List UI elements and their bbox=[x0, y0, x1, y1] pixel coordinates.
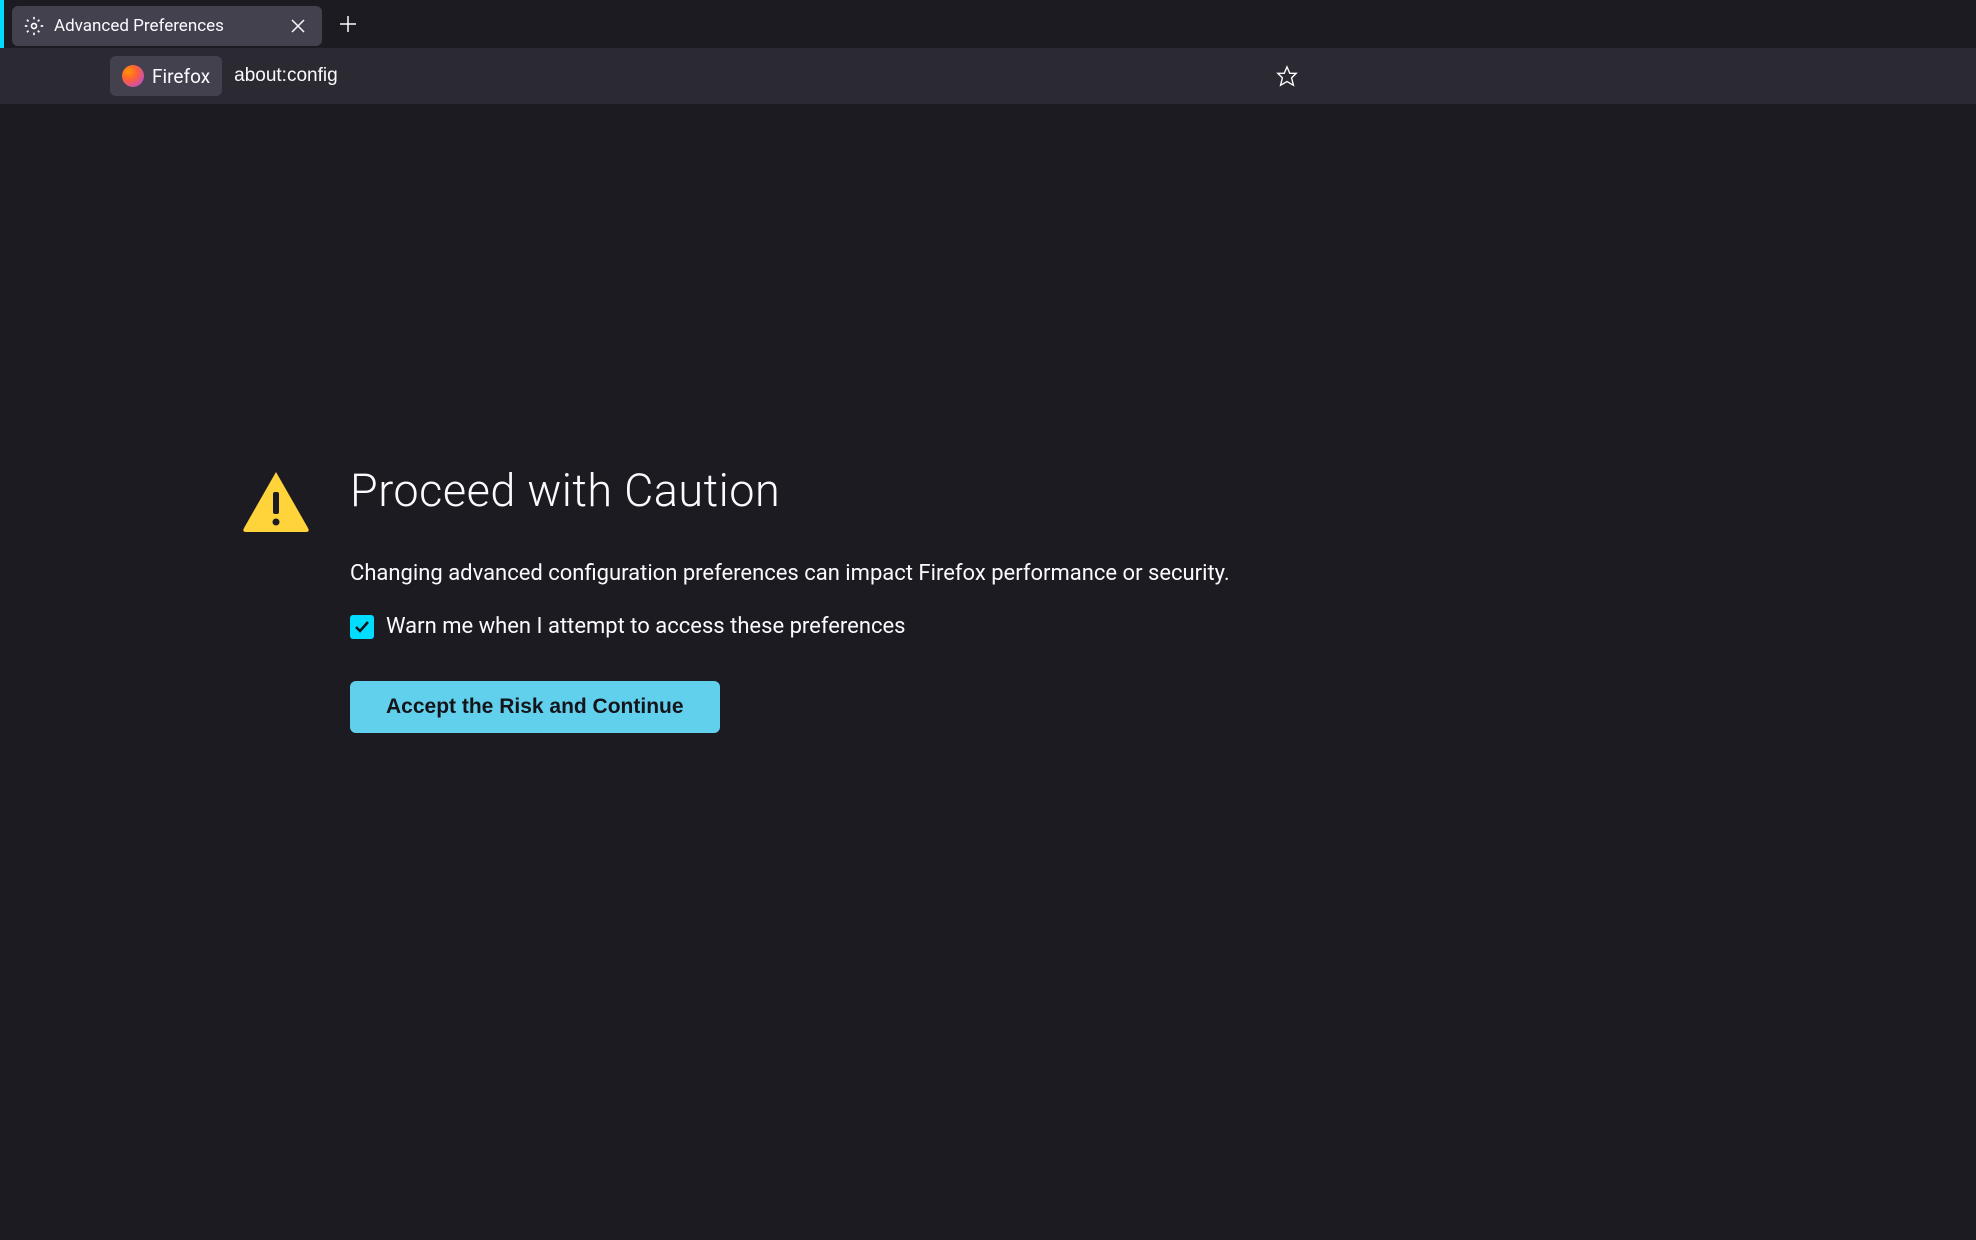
new-tab-button[interactable] bbox=[330, 6, 366, 42]
gear-icon bbox=[24, 16, 44, 36]
url-input[interactable] bbox=[222, 56, 1269, 96]
warning-content: Proceed with Caution Changing advanced c… bbox=[350, 464, 1230, 733]
checkbox-row: Warn me when I attempt to access these p… bbox=[350, 614, 1230, 639]
tab-title: Advanced Preferences bbox=[54, 16, 276, 36]
page-content: Proceed with Caution Changing advanced c… bbox=[0, 104, 1976, 733]
address-bar: Firefox bbox=[110, 56, 1305, 96]
browser-tab[interactable]: Advanced Preferences bbox=[12, 6, 322, 46]
toolbar: Firefox bbox=[0, 48, 1976, 104]
tab-bar: Advanced Preferences bbox=[0, 0, 1976, 48]
warning-title: Proceed with Caution bbox=[350, 464, 1230, 517]
identity-label: Firefox bbox=[152, 65, 210, 88]
plus-icon bbox=[339, 15, 357, 33]
firefox-icon bbox=[122, 65, 144, 87]
close-tab-button[interactable] bbox=[286, 14, 310, 38]
identity-box[interactable]: Firefox bbox=[110, 56, 222, 96]
warning-triangle-icon bbox=[240, 468, 312, 536]
checkmark-icon bbox=[353, 618, 371, 636]
warning-container: Proceed with Caution Changing advanced c… bbox=[240, 464, 1230, 733]
star-icon bbox=[1276, 65, 1298, 87]
warn-checkbox-label[interactable]: Warn me when I attempt to access these p… bbox=[386, 614, 906, 639]
accept-risk-button[interactable]: Accept the Risk and Continue bbox=[350, 681, 720, 733]
close-icon bbox=[291, 19, 305, 33]
warning-description: Changing advanced configuration preferen… bbox=[350, 561, 1230, 586]
warn-checkbox[interactable] bbox=[350, 615, 374, 639]
bookmark-button[interactable] bbox=[1269, 58, 1305, 94]
